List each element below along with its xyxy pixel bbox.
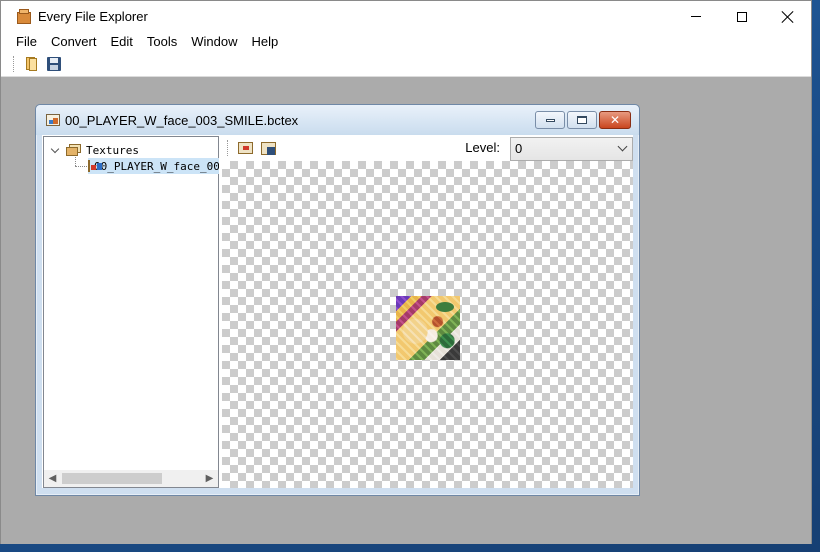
child-minimize-button[interactable] (535, 111, 565, 129)
texture-window-title: 00_PLAYER_W_face_003_SMILE.bctex (65, 112, 299, 128)
texture-window-body: Textures 00_PLAYER_W_face_00 ◀ ▶ Level: … (42, 135, 633, 488)
save-icon (47, 57, 61, 71)
scroll-right-icon[interactable]: ▶ (201, 470, 218, 487)
texture-window-titlebar[interactable]: 00_PLAYER_W_face_003_SMILE.bctex ✕ (36, 105, 639, 135)
level-dropdown[interactable]: 0 (510, 137, 633, 161)
viewer-toolbar: Level: 0 (222, 135, 633, 161)
chevron-down-icon (617, 141, 628, 152)
open-icon (24, 57, 38, 71)
desktop: Every File Explorer File Convert Edit To… (0, 0, 820, 552)
tree-connector (75, 166, 87, 167)
menu-edit[interactable]: Edit (103, 32, 139, 52)
bctex-file-icon (46, 114, 60, 126)
level-value: 0 (515, 141, 523, 156)
export-texture-button[interactable] (235, 138, 255, 158)
child-restore-button[interactable] (567, 111, 597, 129)
menu-file[interactable]: File (9, 32, 44, 52)
texture-image-icon (88, 160, 102, 172)
title-bar: Every File Explorer (1, 1, 811, 32)
close-icon: ✕ (609, 113, 621, 127)
minimize-icon (691, 16, 701, 17)
maximize-button[interactable] (719, 1, 765, 32)
texture-preview-canvas[interactable] (222, 161, 633, 488)
import-icon (260, 141, 276, 155)
texture-window-controls: ✕ (533, 111, 631, 129)
menu-bar: File Convert Edit Tools Window Help (1, 32, 811, 52)
minimize-icon (545, 118, 555, 122)
menu-convert[interactable]: Convert (44, 32, 104, 52)
toolbar-grip[interactable] (13, 56, 16, 72)
scroll-thumb[interactable] (62, 473, 162, 484)
minimize-button[interactable] (673, 1, 719, 32)
toolbar-grip[interactable] (227, 140, 230, 156)
menu-window[interactable]: Window (184, 32, 244, 52)
tree-node-textures[interactable]: Textures (50, 142, 139, 158)
app-title: Every File Explorer (38, 9, 148, 24)
scroll-track[interactable] (61, 470, 201, 487)
app-icon (16, 8, 32, 25)
app-window: Every File Explorer File Convert Edit To… (0, 0, 812, 544)
tree-node-label: Textures (86, 143, 139, 157)
export-icon (237, 142, 253, 154)
window-controls (673, 1, 811, 32)
texture-tree[interactable]: Textures 00_PLAYER_W_face_00 ◀ ▶ (43, 136, 219, 488)
menu-help[interactable]: Help (245, 32, 286, 52)
mdi-workspace: 00_PLAYER_W_face_003_SMILE.bctex ✕ Textu… (1, 78, 811, 544)
level-label: Level: (465, 140, 500, 155)
tree-horizontal-scrollbar[interactable]: ◀ ▶ (44, 470, 218, 487)
texture-preview-image (396, 296, 460, 360)
close-icon (782, 11, 794, 23)
scroll-left-icon[interactable]: ◀ (44, 470, 61, 487)
import-texture-button[interactable] (258, 138, 278, 158)
tree-node-texture-item[interactable]: 00_PLAYER_W_face_00 (88, 158, 219, 174)
texture-window: 00_PLAYER_W_face_003_SMILE.bctex ✕ Textu… (35, 104, 640, 496)
close-button[interactable] (765, 1, 811, 32)
open-button[interactable] (21, 54, 41, 74)
child-close-button[interactable]: ✕ (599, 111, 631, 129)
main-toolbar (1, 52, 811, 77)
chevron-down-icon[interactable] (50, 144, 62, 156)
textures-folder-icon (66, 144, 82, 156)
tree-node-label: 00_PLAYER_W_face_00 (94, 159, 219, 173)
save-button[interactable] (44, 54, 64, 74)
menu-tools[interactable]: Tools (140, 32, 184, 52)
maximize-icon (737, 11, 747, 22)
restore-icon (577, 116, 587, 124)
texture-viewer: Level: 0 (222, 135, 633, 488)
